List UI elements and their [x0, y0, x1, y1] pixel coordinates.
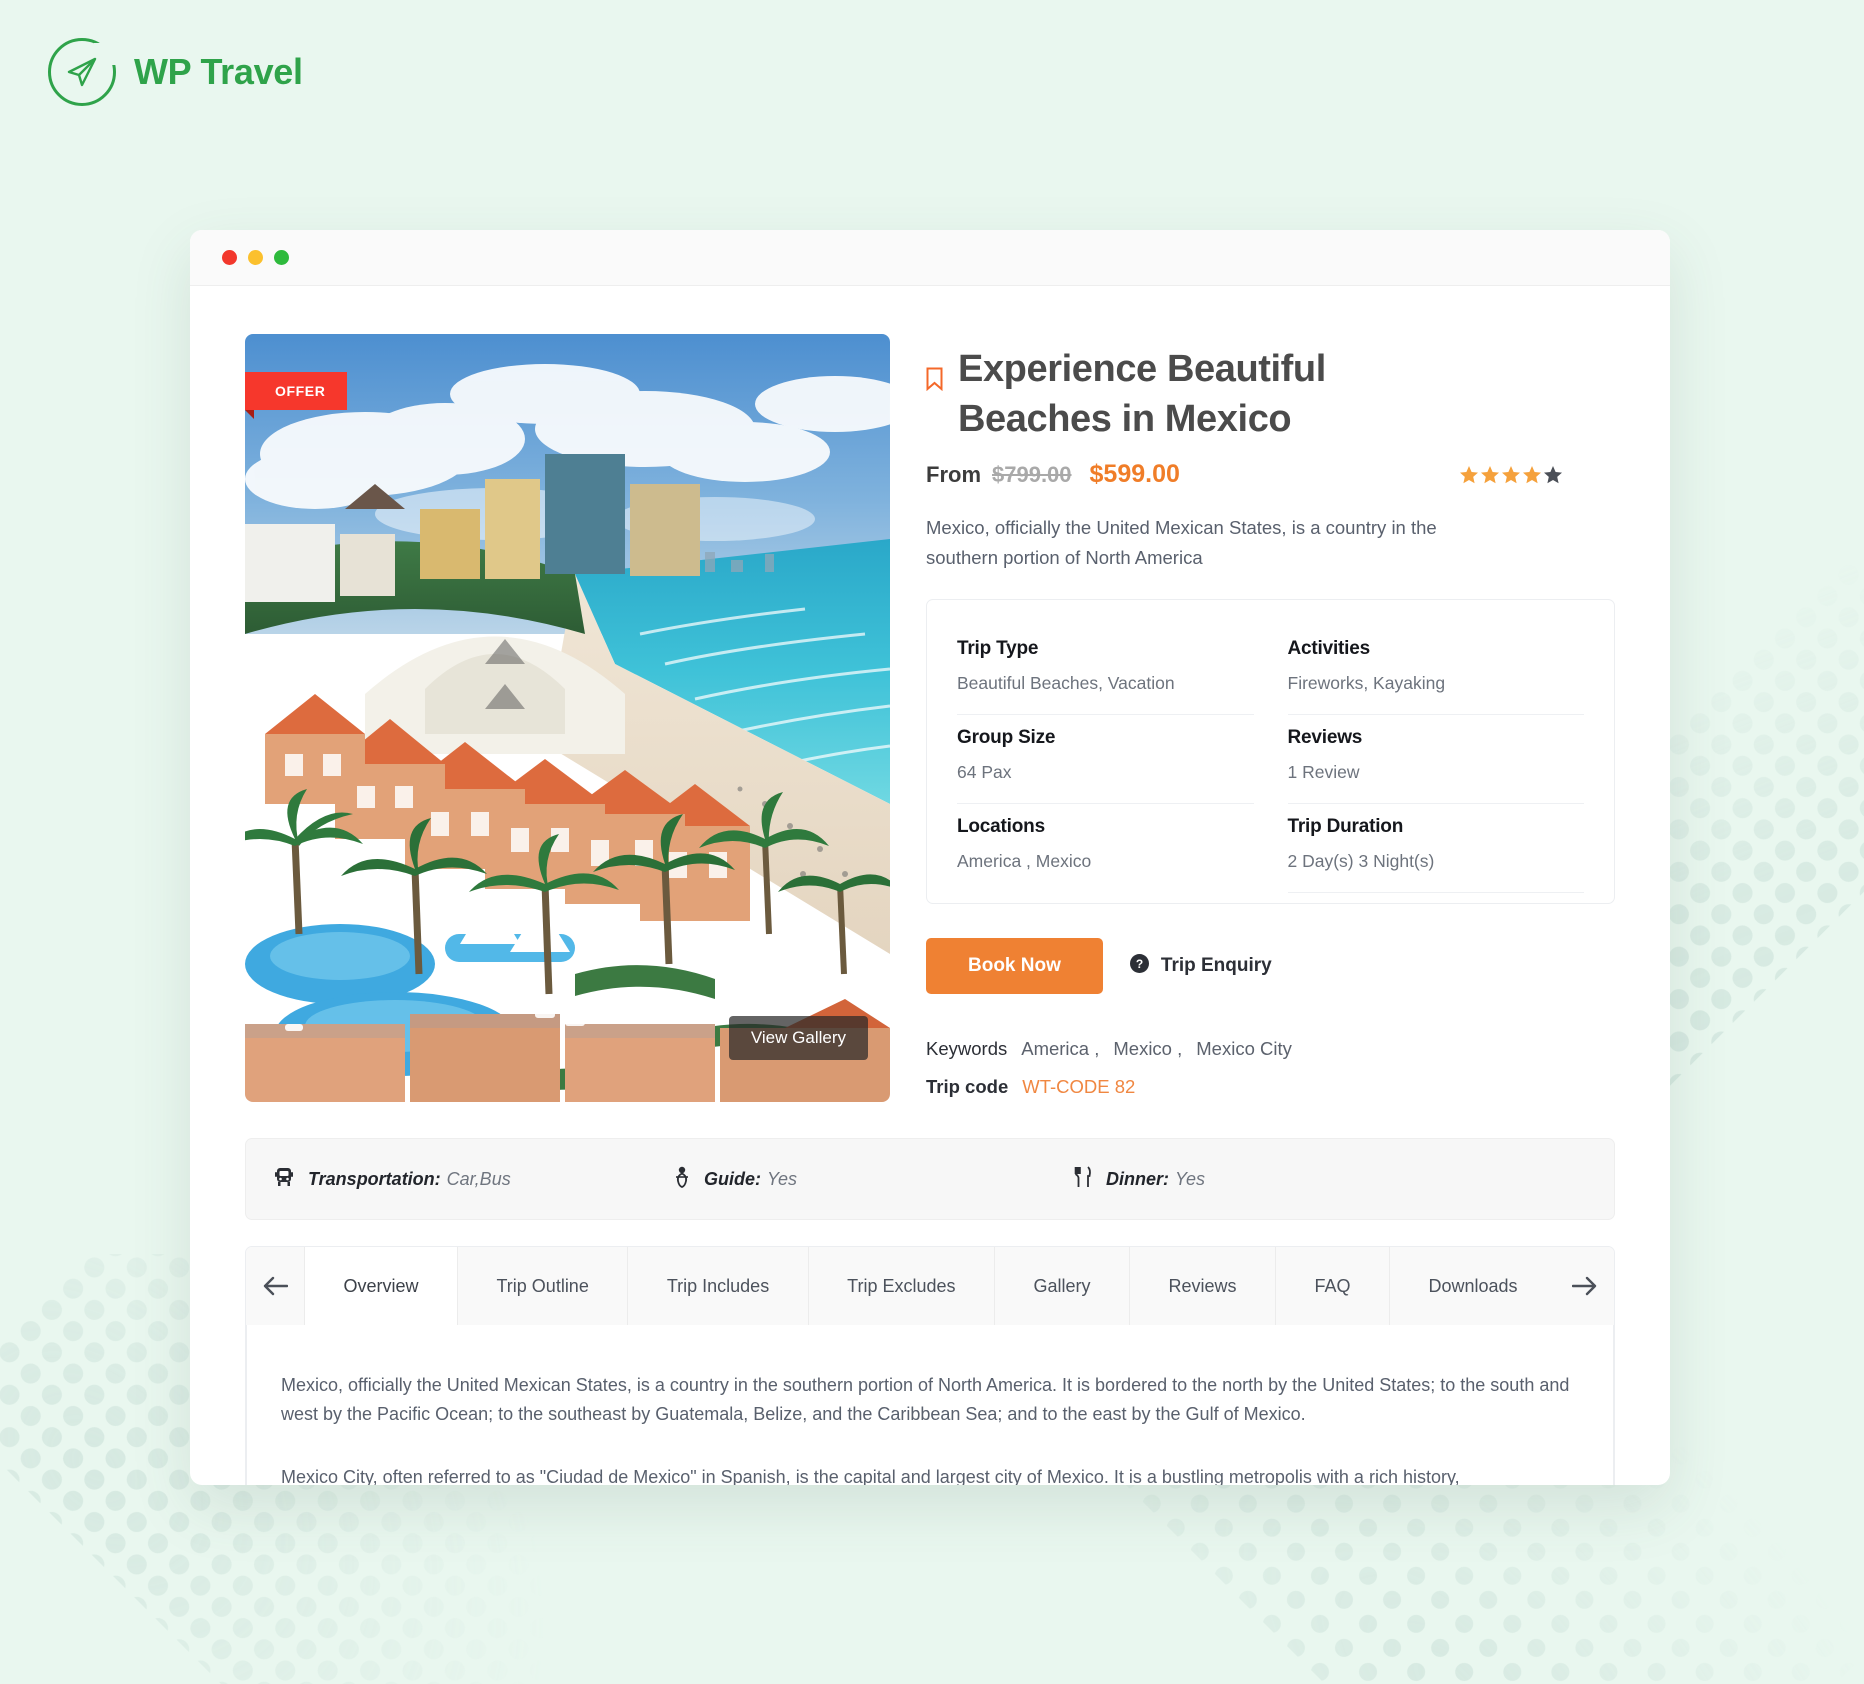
tab-trip-includes[interactable]: Trip Includes	[627, 1247, 807, 1325]
facilities-bar: Transportation: Car,Bus Guide: Yes Dinne…	[245, 1138, 1615, 1220]
view-gallery-button[interactable]: View Gallery	[728, 1016, 868, 1060]
price-from-label: From	[926, 461, 981, 487]
info-cell-reviews: Reviews 1 Review	[1287, 715, 1584, 805]
resort-photo	[245, 334, 890, 1102]
info-cell-trip-type: Trip Type Beautiful Beaches, Vacation	[957, 626, 1254, 716]
facility-value: Yes	[767, 1168, 798, 1189]
info-cell-group-size: Group Size 64 Pax	[957, 715, 1254, 805]
tab-faq[interactable]: FAQ	[1275, 1247, 1389, 1325]
tab-panel-overview: Mexico, officially the United Mexican St…	[246, 1325, 1614, 1485]
svg-text:?: ?	[1136, 957, 1143, 971]
tripcode-label: Trip code	[926, 1076, 1009, 1098]
star-icon-filled	[1502, 465, 1520, 484]
star-icon-empty	[1544, 465, 1562, 484]
facility-transportation: Transportation: Car,Bus	[274, 1166, 674, 1193]
tabs-next-button[interactable]	[1556, 1247, 1614, 1325]
info-value: America , Mexico	[957, 851, 1092, 872]
window-titlebar	[190, 230, 1670, 286]
trip-hero-section: OFFER View Gallery Experience Beautiful …	[245, 334, 1615, 1102]
facility-guide: Guide: Yes	[674, 1166, 1074, 1193]
info-label: Activities	[1287, 638, 1371, 660]
tripcode-row: Trip code WT-CODE 82	[926, 1076, 1615, 1098]
trip-actions: Book Now ? Trip Enquiry	[926, 938, 1615, 995]
trip-details: Experience Beautiful Beaches in Mexico F…	[926, 334, 1615, 1102]
keyword-item[interactable]: America ,	[1021, 1038, 1099, 1060]
facility-label: Transportation:	[308, 1168, 441, 1189]
guide-icon	[674, 1166, 690, 1193]
tab-overview[interactable]: Overview	[304, 1247, 457, 1325]
window-maximize-dot[interactable]	[274, 250, 289, 265]
page-title: Experience Beautiful Beaches in Mexico	[926, 344, 1436, 444]
tab-gallery[interactable]: Gallery	[994, 1247, 1129, 1325]
arrow-left-icon	[263, 1276, 288, 1296]
info-cell-activities: Activities Fireworks, Kayaking	[1287, 626, 1584, 716]
facility-label: Guide:	[704, 1168, 761, 1189]
trip-title-text: Experience Beautiful Beaches in Mexico	[958, 348, 1326, 441]
info-label: Trip Duration	[1287, 816, 1404, 838]
info-value: 1 Review	[1287, 762, 1360, 783]
trip-lead-description: Mexico, officially the United Mexican St…	[926, 517, 1437, 569]
price-discounted: $599.00	[1089, 460, 1180, 489]
price-row: From $799.00 $599.00	[926, 460, 1615, 489]
bookmark-icon[interactable]	[926, 354, 943, 404]
question-circle-icon: ?	[1129, 953, 1150, 980]
browser-window: OFFER View Gallery Experience Beautiful …	[190, 230, 1670, 1485]
tabs-prev-button[interactable]	[246, 1247, 304, 1325]
trip-info-table: Trip Type Beautiful Beaches, Vacation Ac…	[926, 599, 1615, 905]
keywords-row: Keywords America , Mexico , Mexico City	[926, 1038, 1615, 1060]
window-close-dot[interactable]	[222, 250, 237, 265]
star-rating	[1459, 465, 1615, 485]
facility-dinner: Dinner: Yes	[1074, 1165, 1206, 1193]
star-icon-filled	[1460, 465, 1478, 484]
trip-enquiry-label: Trip Enquiry	[1160, 955, 1272, 977]
arrow-right-icon	[1572, 1276, 1597, 1296]
keyword-item[interactable]: Mexico ,	[1113, 1038, 1182, 1060]
star-icon-filled	[1481, 465, 1499, 484]
info-label: Trip Type	[957, 638, 1039, 660]
info-cell-locations: Locations America , Mexico	[957, 804, 1254, 893]
brand-logo[interactable]: WP Travel	[48, 38, 303, 106]
offer-badge: OFFER	[245, 372, 348, 419]
info-value: 2 Day(s) 3 Night(s)	[1287, 851, 1435, 872]
info-label: Reviews	[1287, 727, 1363, 749]
book-now-button[interactable]: Book Now	[926, 938, 1103, 995]
tab-downloads[interactable]: Downloads	[1388, 1247, 1556, 1325]
facility-value: Car,Bus	[446, 1168, 511, 1189]
tab-trip-outline[interactable]: Trip Outline	[456, 1247, 627, 1325]
info-value: 64 Pax	[957, 762, 1012, 783]
tab-list: Overview Trip Outline Trip Includes Trip…	[246, 1247, 1614, 1325]
facility-label: Dinner:	[1106, 1168, 1169, 1189]
trip-gallery-image[interactable]: OFFER View Gallery	[245, 334, 890, 1102]
keyword-item[interactable]: Mexico City	[1196, 1038, 1292, 1060]
bus-icon	[274, 1166, 294, 1193]
price-original: $799.00	[992, 461, 1072, 487]
info-value: Fireworks, Kayaking	[1287, 673, 1446, 694]
trip-page: OFFER View Gallery Experience Beautiful …	[190, 286, 1670, 1485]
tab-trip-excludes[interactable]: Trip Excludes	[807, 1247, 994, 1325]
info-value: Beautiful Beaches, Vacation	[957, 673, 1175, 694]
brand-name: WP Travel	[134, 51, 303, 92]
paper-plane-icon	[48, 38, 116, 106]
info-label: Locations	[957, 816, 1045, 838]
keywords-label: Keywords	[926, 1038, 1008, 1060]
overview-paragraph-1: Mexico, officially the United Mexican St…	[281, 1375, 1570, 1425]
fork-knife-icon	[1074, 1165, 1092, 1193]
trip-enquiry-button[interactable]: ? Trip Enquiry	[1129, 953, 1272, 980]
star-icon-filled	[1523, 465, 1541, 484]
tab-reviews[interactable]: Reviews	[1129, 1247, 1275, 1325]
window-minimize-dot[interactable]	[248, 250, 263, 265]
info-label: Group Size	[957, 727, 1056, 749]
trip-tabs: Overview Trip Outline Trip Includes Trip…	[245, 1246, 1615, 1485]
facility-value: Yes	[1175, 1168, 1206, 1189]
info-cell-trip-duration: Trip Duration 2 Day(s) 3 Night(s)	[1287, 804, 1584, 894]
overview-paragraph-2: Mexico City, often referred to as "Ciuda…	[281, 1467, 1460, 1485]
tripcode-value: WT-CODE 82	[1022, 1076, 1136, 1098]
